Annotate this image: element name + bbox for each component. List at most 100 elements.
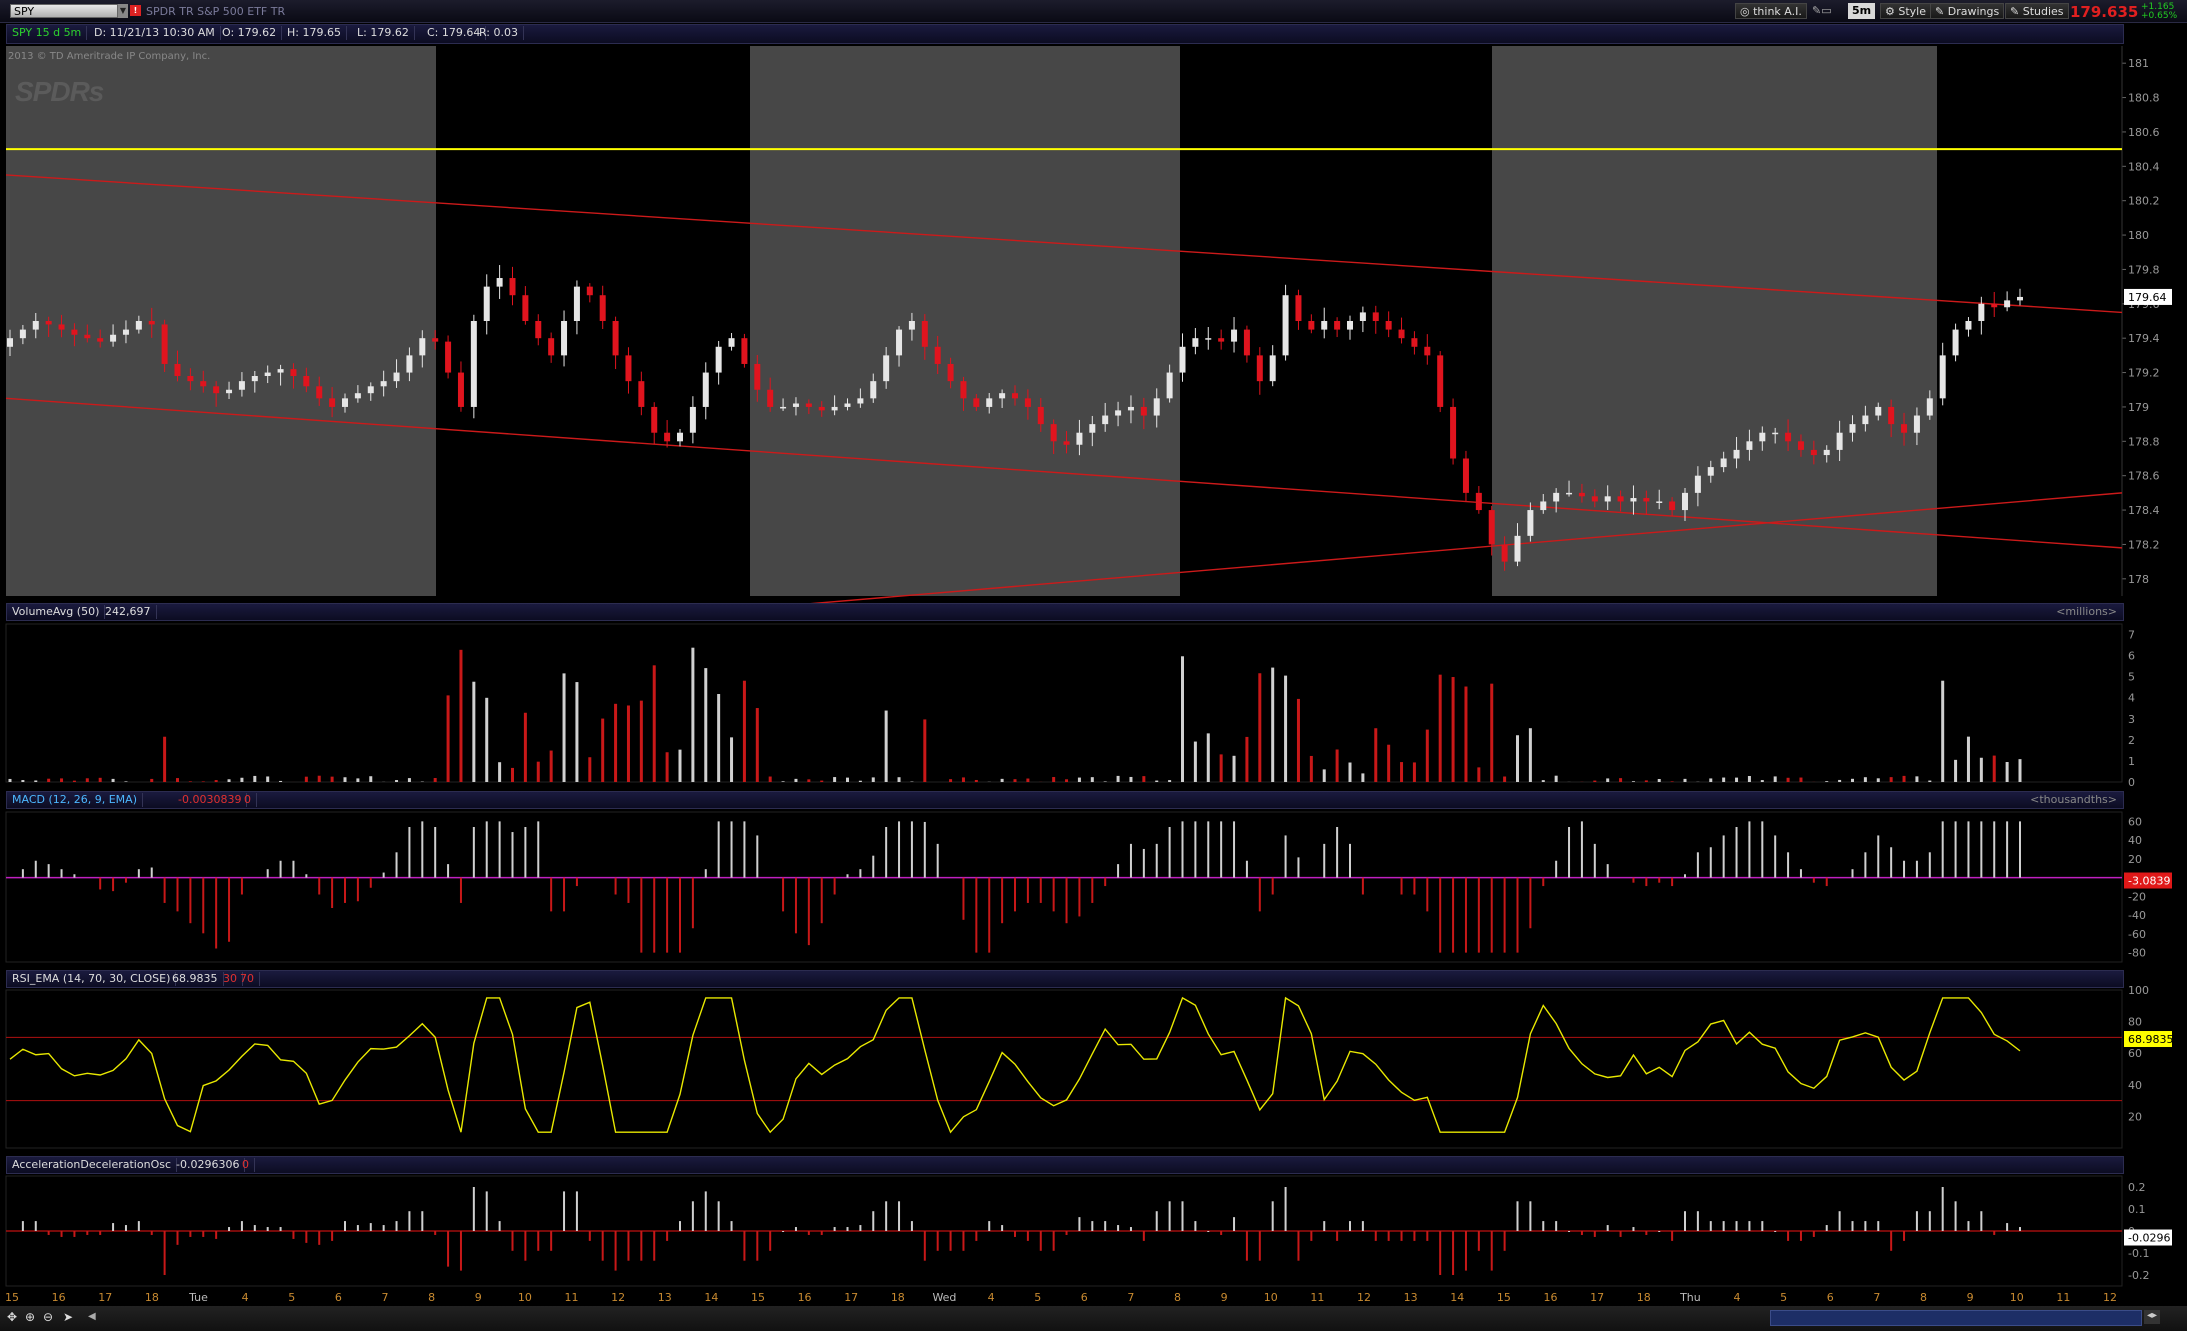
volume-bar xyxy=(253,775,257,782)
ac-histogram-bar xyxy=(1297,1231,1300,1261)
ac-histogram-bar xyxy=(1014,1231,1016,1237)
candle-body xyxy=(509,278,516,296)
ac-histogram-bar xyxy=(1980,1211,1983,1231)
rsi-value: 68.9835 xyxy=(167,972,224,986)
candle-body xyxy=(715,346,722,373)
ac-histogram-bar xyxy=(1568,1231,1571,1232)
macd-histogram-bar xyxy=(640,877,643,953)
candle-body xyxy=(921,321,928,347)
candle-body xyxy=(561,321,568,356)
macd-histogram-bar xyxy=(318,877,321,895)
time-axis: 15 16 17 18 Tue 4 5 6 7 8 9 10 11 12 13 14 15 16 17 18 Wed 4 5… xyxy=(5,1291,2117,1304)
macd-histogram-bar xyxy=(369,877,372,888)
candle-body xyxy=(1127,406,1134,411)
ac-histogram-bar xyxy=(1245,1231,1248,1261)
expand-icon[interactable]: ◂▸ xyxy=(2144,1310,2160,1324)
ac-histogram-bar xyxy=(949,1231,952,1251)
ac-histogram-bar xyxy=(794,1227,797,1231)
candle-body xyxy=(1901,424,1908,433)
volume-bar xyxy=(85,778,89,782)
candle-body xyxy=(135,321,142,330)
macd-histogram-bar xyxy=(266,869,269,878)
pan-icon[interactable]: ✥ xyxy=(4,1309,20,1325)
macd-histogram-bar xyxy=(240,877,243,895)
macd-histogram-bar xyxy=(653,877,656,953)
volume-bar xyxy=(1142,776,1146,782)
ac-histogram-bar xyxy=(1993,1231,1996,1235)
volume-bar xyxy=(60,778,64,782)
macd-histogram-bar xyxy=(524,827,527,878)
macd-histogram-bar xyxy=(279,860,282,878)
volume-bar xyxy=(871,777,875,782)
chart-canvas[interactable]: 181180.8180.6180.4180.2180179.8179.6179.… xyxy=(0,0,2187,1331)
volume-value: 242,697 xyxy=(100,605,157,619)
time-tick-label: 5 xyxy=(288,1291,295,1304)
candle-body xyxy=(122,329,129,335)
volume-study-label: VolumeAvg (50) xyxy=(7,605,106,619)
macd-histogram-bar xyxy=(936,843,939,878)
ac-histogram-bar xyxy=(163,1231,166,1275)
macd-histogram-bar xyxy=(679,877,681,953)
volume-bar xyxy=(98,777,102,782)
candle-body xyxy=(1282,295,1289,356)
time-scrollbar[interactable] xyxy=(1770,1310,2142,1326)
macd-histogram-bar xyxy=(1812,877,1815,883)
ac-histogram-bar xyxy=(1941,1187,1944,1231)
candle-body xyxy=(599,295,606,321)
ac-histogram-bar xyxy=(1851,1221,1854,1231)
candle-body xyxy=(1952,329,1959,356)
macd-histogram-bar xyxy=(1993,821,1996,878)
macd-histogram-bar xyxy=(846,874,849,878)
ac-histogram-bar xyxy=(1336,1231,1339,1241)
ac-pane-header: AccelerationDecelerationOsc -0.0296306 0 xyxy=(6,1156,2124,1174)
volume-bar xyxy=(1722,777,1726,782)
candle-body xyxy=(1991,303,1998,308)
volume-pane-header: VolumeAvg (50) 242,697 <millions> xyxy=(6,603,2124,621)
candle-body xyxy=(1166,372,1173,399)
candle-body xyxy=(728,338,735,347)
candle-body xyxy=(1037,406,1044,425)
ac-histogram-bar xyxy=(1104,1221,1107,1231)
ac-histogram-bar xyxy=(1078,1217,1081,1231)
ac-histogram-bar xyxy=(1606,1225,1609,1231)
ac-histogram-bar xyxy=(1464,1231,1467,1271)
macd-histogram-bar xyxy=(1722,835,1725,878)
candle-body xyxy=(187,376,194,382)
candle-body xyxy=(792,403,799,407)
time-tick-label: 14 xyxy=(704,1291,718,1304)
macd-histogram-bar xyxy=(1606,864,1609,878)
scroll-left-icon[interactable]: ◀ xyxy=(88,1311,98,1323)
rsi-tick-label: 100 xyxy=(2128,984,2149,997)
macd-histogram-bar xyxy=(382,872,385,878)
candle-body xyxy=(290,369,297,376)
ac-histogram-bar xyxy=(563,1191,566,1231)
volume-bar xyxy=(974,779,978,782)
volume-bar xyxy=(1760,780,1764,782)
volume-bar xyxy=(717,694,721,782)
ac-histogram-bar xyxy=(472,1187,475,1231)
zoom-out-icon[interactable]: ⊖ xyxy=(40,1309,56,1325)
cursor-icon[interactable]: ➤ xyxy=(60,1309,76,1325)
ac-histogram-bar xyxy=(601,1231,604,1261)
ac-histogram-bar xyxy=(137,1221,140,1231)
ac-histogram-bar xyxy=(1967,1221,1970,1231)
time-tick-label: Tue xyxy=(188,1291,208,1304)
macd-histogram-bar xyxy=(1658,877,1661,883)
volume-bg xyxy=(5,623,2123,783)
rsi-tick-label: 80 xyxy=(2128,1016,2142,1029)
candle-body xyxy=(947,363,954,382)
ac-histogram-bar xyxy=(1761,1221,1764,1231)
ac-histogram-bar xyxy=(782,1231,785,1232)
candle-body xyxy=(1115,410,1122,416)
ac-histogram-bar xyxy=(434,1231,437,1235)
macd-histogram-bar xyxy=(215,877,218,949)
ac-histogram-bar xyxy=(1787,1231,1790,1241)
ac-histogram-bar xyxy=(807,1231,810,1235)
zoom-in-icon[interactable]: ⊕ xyxy=(22,1309,38,1325)
macd-histogram-bar xyxy=(563,877,566,912)
price-tick-label: 180 xyxy=(2128,229,2149,242)
ac-histogram-bar xyxy=(1052,1231,1055,1251)
candle-body xyxy=(71,329,78,335)
volume-bar xyxy=(1284,675,1288,782)
price-tick-label: 178.8 xyxy=(2128,435,2160,448)
